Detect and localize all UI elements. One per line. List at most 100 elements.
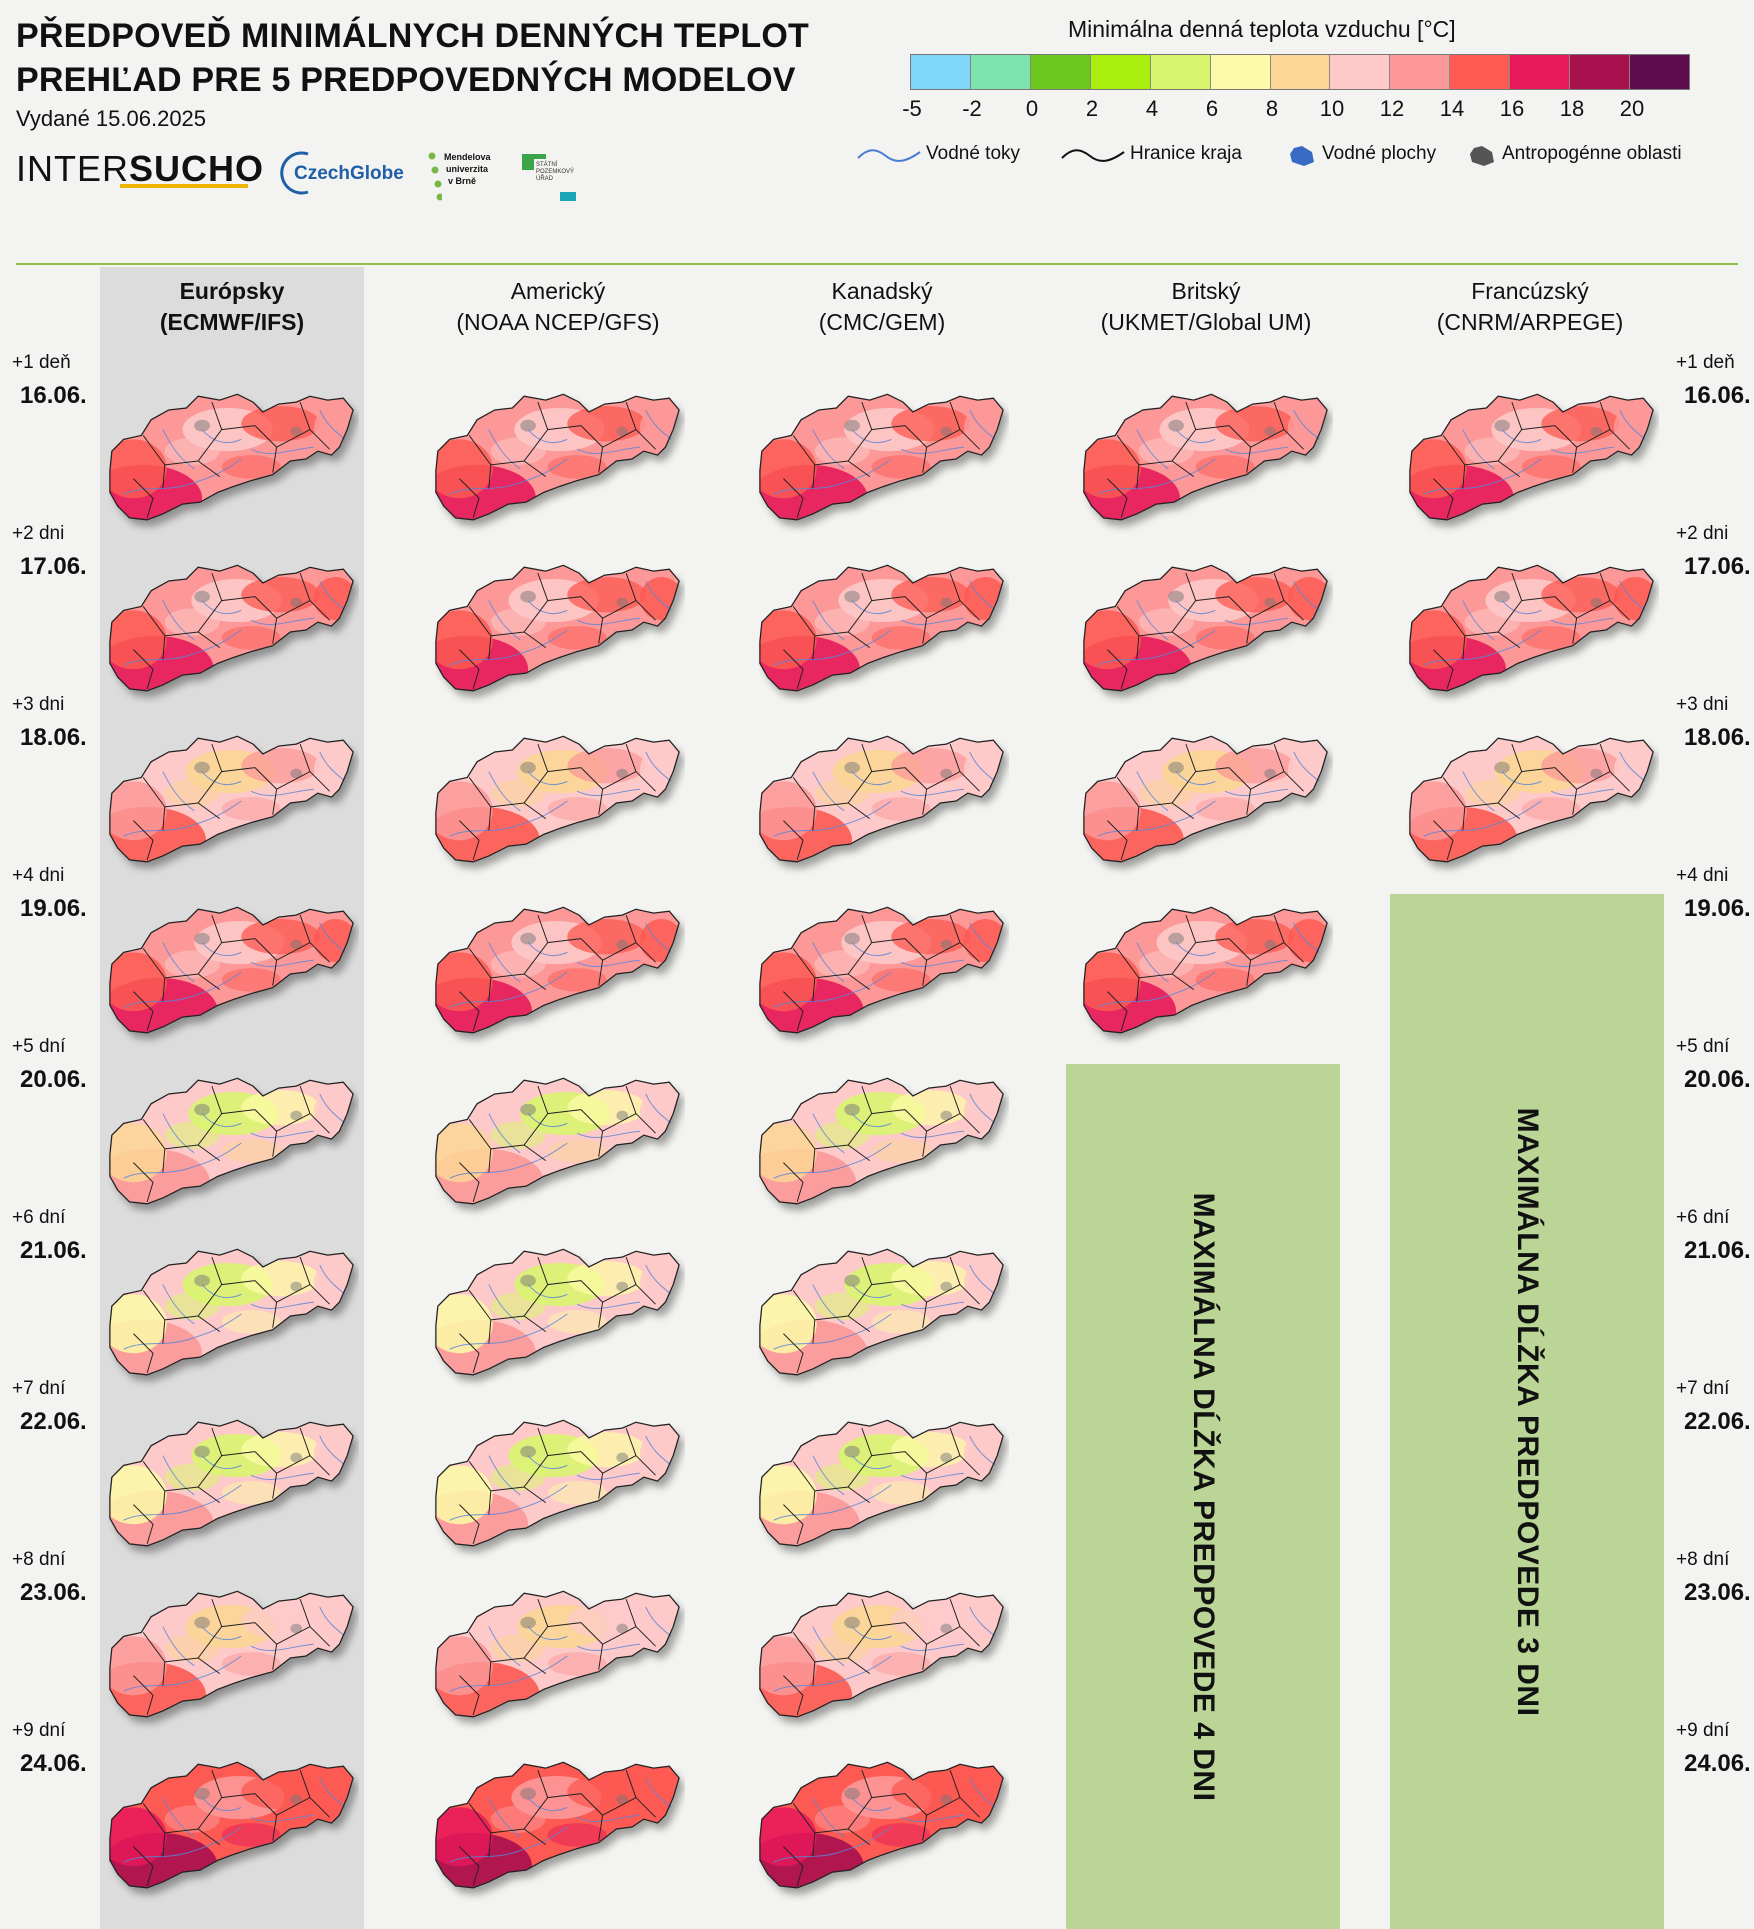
- day-date-label-left: 22.06.: [20, 1408, 87, 1435]
- model-header: Francúzský (CNRM/ARPEGE): [1380, 276, 1680, 338]
- spu-line-1: STÁTNÍ: [536, 162, 558, 168]
- czechglobe-text: CzechGlobe: [294, 163, 404, 184]
- day-lead-label-left: +7 dní: [12, 1378, 66, 1399]
- model-name: Kanadský: [831, 278, 933, 304]
- forecast-map: [109, 1077, 354, 1205]
- day-date-label-right: 19.06.: [1684, 895, 1751, 922]
- page-title: PŘEDPOVEĎ MINIMÁLNYCH DENNÝCH TEPLOT PRE…: [16, 14, 809, 102]
- legend-tick-label: 6: [1205, 96, 1219, 121]
- legend-color-5: [1210, 55, 1271, 89]
- forecast-map: [759, 1248, 1004, 1376]
- legend-symbol-label: Vodné plochy: [1322, 143, 1437, 164]
- day-lead-label-right: +9 dní: [1676, 1720, 1730, 1741]
- model-code: (NOAA NCEP/GFS): [456, 309, 660, 335]
- legend-color-1: [970, 55, 1031, 89]
- day-lead-label-left: +2 dni: [12, 523, 65, 544]
- forecast-map: [759, 564, 1004, 692]
- day-date-label-right: 16.06.: [1684, 382, 1751, 409]
- mendel-line-2: univerzita: [446, 164, 489, 174]
- forecast-map: [1083, 735, 1328, 863]
- intersucho-underline: [120, 184, 248, 188]
- day-lead-label-left: +4 dni: [12, 865, 65, 886]
- model-code: (CNRM/ARPEGE): [1436, 309, 1624, 335]
- legend-color-7: [1330, 55, 1391, 89]
- day-lead-label-left: +5 dní: [12, 1036, 66, 1057]
- legend-tick-label: 14: [1439, 96, 1465, 121]
- forecast-map: [759, 1419, 1004, 1547]
- legend-symbol-label: Hranice kraja: [1130, 143, 1242, 164]
- forecast-map: [759, 1077, 1004, 1205]
- day-date-label-right: 22.06.: [1684, 1408, 1751, 1435]
- border-line-icon: [1060, 144, 1126, 169]
- forecast-map: [1409, 564, 1654, 692]
- forecast-map: [109, 1761, 354, 1889]
- forecast-map: [435, 1077, 680, 1205]
- model-code: (ECMWF/IFS): [159, 309, 305, 335]
- nodata-message: MAXIMÁLNA DĹŽKA PREDPOVEDE 3 DNI: [1511, 1107, 1544, 1716]
- forecast-map: [1083, 393, 1328, 521]
- legend-color-10: [1510, 55, 1571, 89]
- mendel-logo: Mendelova univerzita v Brně: [428, 150, 518, 202]
- forecast-map: [759, 1590, 1004, 1718]
- day-date-label-left: 18.06.: [20, 724, 87, 751]
- day-lead-label-right: +6 dní: [1676, 1207, 1730, 1228]
- spu-logo: STÁTNÍ POZEMKOVÝ ÚŘAD: [522, 154, 582, 202]
- day-lead-label-right: +3 dni: [1676, 694, 1729, 715]
- model-name: Francúzský: [1471, 278, 1589, 304]
- model-name: Americký: [510, 278, 606, 304]
- title-line-1: PŘEDPOVEĎ MINIMÁLNYCH DENNÝCH TEPLOT: [16, 17, 810, 55]
- forecast-map: [435, 735, 680, 863]
- day-date-label-left: 21.06.: [20, 1237, 87, 1264]
- color-scale-bar: [910, 54, 1690, 90]
- model-code: (UKMET/Global UM): [1100, 309, 1312, 335]
- legend-tick-label: 16: [1499, 96, 1525, 121]
- model-name: Európsky: [179, 278, 285, 304]
- day-lead-label-right: +4 dni: [1676, 865, 1729, 886]
- legend-color-4: [1150, 55, 1211, 89]
- legend-tick-label: 18: [1559, 96, 1585, 121]
- day-date-label-left: 17.06.: [20, 553, 87, 580]
- day-lead-label-left: +3 dni: [12, 694, 65, 715]
- legend-color-3: [1090, 55, 1151, 89]
- day-date-label-left: 23.06.: [20, 1579, 87, 1606]
- nodata-message: MAXIMÁLNA DĹŽKA PREDPOVEDE 4 DNI: [1187, 1192, 1220, 1801]
- day-date-label-left: 24.06.: [20, 1750, 87, 1777]
- legend-tick-label: 2: [1085, 96, 1099, 121]
- mendel-line-3: v Brně: [448, 176, 477, 186]
- issued-date: Vydané 15.06.2025: [16, 106, 207, 131]
- legend-color-0: [911, 55, 971, 89]
- day-lead-label-right: +5 dní: [1676, 1036, 1730, 1057]
- legend-color-8: [1390, 55, 1451, 89]
- forecast-map: [435, 1248, 680, 1376]
- day-date-label-left: 19.06.: [20, 895, 87, 922]
- model-header: Európsky (ECMWF/IFS): [82, 276, 382, 338]
- forecast-map: [109, 564, 354, 692]
- legend-symbol-label: Antropogénne oblasti: [1502, 143, 1682, 164]
- intersucho-logo-part-b: SUCHO: [129, 148, 265, 189]
- czechglobe-logo: CzechGlobe: [280, 151, 404, 195]
- day-date-label-right: 18.06.: [1684, 724, 1751, 751]
- mendel-dots-icon: [428, 152, 442, 201]
- legend-color-6: [1270, 55, 1331, 89]
- spu-green-bar: [534, 154, 546, 159]
- day-date-label-right: 17.06.: [1684, 553, 1751, 580]
- forecast-map: [1083, 564, 1328, 692]
- legend-tick-label: 4: [1145, 96, 1159, 121]
- day-lead-label-right: +8 dní: [1676, 1549, 1730, 1570]
- spu-line-2: POZEMKOVÝ: [536, 169, 575, 175]
- forecast-map: [435, 1419, 680, 1547]
- forecast-map: [759, 1761, 1004, 1889]
- forecast-map: [435, 1590, 680, 1718]
- day-lead-label-left: +8 dní: [12, 1549, 66, 1570]
- forecast-map: [435, 1761, 680, 1889]
- legend-color-11: [1570, 55, 1631, 89]
- model-code: (CMC/GEM): [818, 309, 946, 335]
- legend-color-12: [1630, 55, 1689, 89]
- day-lead-label-right: +1 deň: [1676, 352, 1735, 373]
- nodata-panel-arpege: MAXIMÁLNA DĹŽKA PREDPOVEDE 3 DNI: [1390, 894, 1664, 1929]
- day-lead-label-left: +9 dní: [12, 1720, 66, 1741]
- spu-green-mark: [522, 154, 534, 170]
- day-date-label-left: 20.06.: [20, 1066, 87, 1093]
- intersucho-logo-part-a: INTER: [16, 148, 129, 189]
- forecast-map: [435, 564, 680, 692]
